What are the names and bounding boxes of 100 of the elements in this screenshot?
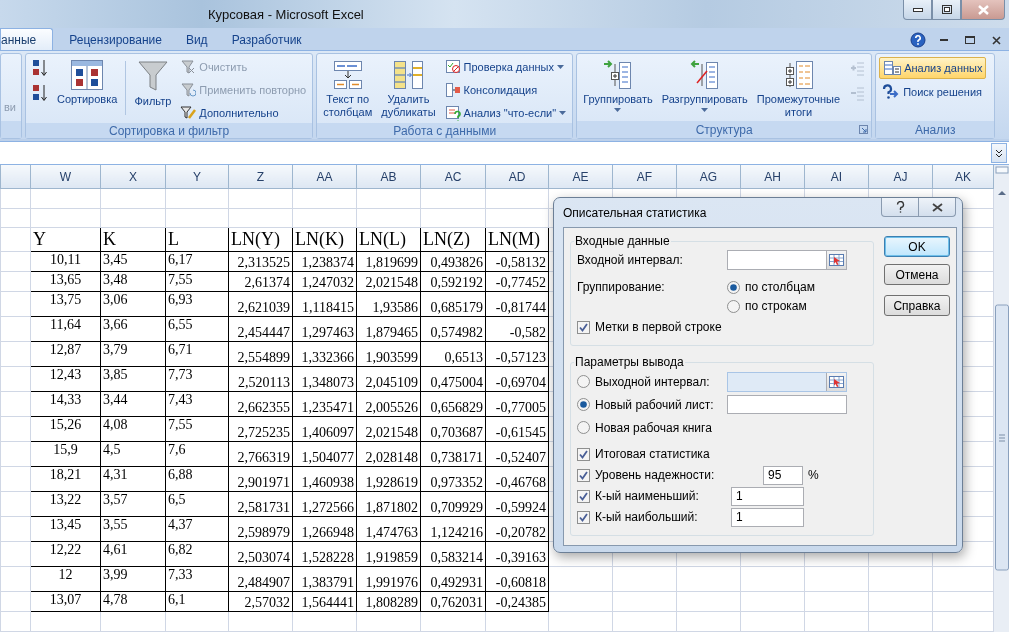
ribbon-button[interactable]: Проверка данных bbox=[441, 57, 570, 77]
range-select-button[interactable] bbox=[826, 251, 846, 269]
field-label: Входной интервал: bbox=[577, 253, 684, 267]
table-cell: 0,709929 bbox=[420, 491, 486, 517]
close-icon[interactable] bbox=[991, 35, 1001, 45]
column-header[interactable]: AA bbox=[292, 165, 357, 189]
checkbox-label[interactable]: Уровень надежности: bbox=[595, 468, 758, 482]
checkbox-label[interactable]: Метки в первой строке bbox=[595, 320, 722, 334]
ribbon-tab[interactable]: анные bbox=[0, 28, 54, 50]
column-header[interactable]: Z bbox=[228, 165, 293, 189]
checkbox[interactable] bbox=[577, 447, 590, 461]
ribbon-button[interactable]: Сортировка bbox=[54, 57, 121, 108]
column-header[interactable]: AF bbox=[612, 165, 677, 189]
ribbon-button[interactable]: Удалить дубликаты bbox=[378, 57, 439, 121]
ribbon-button[interactable]: Фильтр bbox=[131, 57, 175, 110]
sheet-name-field[interactable] bbox=[727, 395, 847, 414]
table-cell: 1,903599 bbox=[356, 341, 421, 367]
column-header[interactable]: AE bbox=[548, 165, 613, 189]
help-icon[interactable] bbox=[910, 32, 926, 48]
vertical-scrollbar[interactable] bbox=[994, 165, 1009, 632]
column-header[interactable]: Y bbox=[165, 165, 229, 189]
column-header[interactable]: W bbox=[30, 165, 101, 189]
ribbon-button[interactable]: Группировать bbox=[580, 57, 656, 114]
table-cell: -0,582 bbox=[485, 316, 549, 342]
radio-label[interactable]: Выходной интервал: bbox=[595, 374, 710, 389]
ribbon-button[interactable]: Разгруппировать bbox=[658, 57, 751, 114]
data-analysis-icon bbox=[883, 60, 902, 76]
checkbox-label[interactable]: К-ый наименьший: bbox=[595, 489, 726, 503]
table-cell: 2,554899 bbox=[228, 341, 293, 367]
table-header-cell: LN(M) bbox=[485, 227, 549, 252]
radio-label[interactable]: Новый рабочий лист: bbox=[595, 397, 714, 412]
checkbox[interactable] bbox=[577, 320, 590, 334]
radio-label[interactable]: по столбцам bbox=[745, 280, 815, 294]
number-field[interactable]: 1 bbox=[731, 507, 804, 527]
close-button[interactable] bbox=[919, 198, 956, 217]
output-range-field[interactable] bbox=[727, 371, 847, 392]
restore-button[interactable] bbox=[932, 0, 961, 20]
ribbon-button[interactable]: Текст по столбцам bbox=[320, 57, 376, 121]
dialog-button[interactable]: Отмена bbox=[884, 264, 950, 285]
column-header[interactable]: AB bbox=[356, 165, 421, 189]
input-range-field[interactable] bbox=[727, 250, 847, 270]
ribbon-button[interactable]: Анализ "что-если" bbox=[441, 103, 570, 123]
checkbox[interactable] bbox=[577, 489, 590, 503]
column-header[interactable]: AC bbox=[420, 165, 486, 189]
dialog-button[interactable]: OK bbox=[884, 236, 950, 257]
column-header[interactable]: AI bbox=[804, 165, 869, 189]
table-cell: -0,60818 bbox=[485, 566, 549, 592]
help-button[interactable] bbox=[881, 198, 919, 217]
column-header[interactable]: AD bbox=[485, 165, 549, 189]
minimize-icon[interactable] bbox=[940, 38, 948, 42]
column-header[interactable]: AH bbox=[740, 165, 805, 189]
radio-button[interactable] bbox=[577, 421, 590, 434]
table-cell: 2,520113 bbox=[228, 366, 293, 392]
table-cell: 1,124216 bbox=[420, 516, 486, 542]
expand-button[interactable] bbox=[991, 143, 1007, 163]
ribbon-button[interactable]: Поиск решения bbox=[879, 82, 987, 102]
range-select-button[interactable] bbox=[826, 372, 846, 391]
radio-button[interactable] bbox=[727, 299, 740, 313]
table-cell: 4,61 bbox=[100, 541, 166, 567]
column-header[interactable]: AG bbox=[676, 165, 741, 189]
table-cell: -0,52407 bbox=[485, 441, 549, 467]
table-cell: 0,973352 bbox=[420, 466, 486, 492]
ungroup-icon bbox=[688, 59, 721, 91]
ribbon-button[interactable]: Промежуточные итоги bbox=[753, 57, 844, 121]
ribbon-tab[interactable]: Рецензирование bbox=[61, 29, 178, 50]
table-cell: 12,43 bbox=[30, 366, 101, 392]
checkbox-label[interactable]: Итоговая статистика bbox=[595, 447, 710, 461]
ribbon-button[interactable]: Дополнительно bbox=[177, 103, 310, 123]
ribbon-button[interactable]: Анализ данных bbox=[879, 57, 987, 79]
column-header[interactable]: AK bbox=[932, 165, 994, 189]
ribbon-button[interactable]: Консолидация bbox=[441, 80, 570, 100]
dialog-launcher-icon[interactable] bbox=[859, 125, 869, 134]
caret-icon bbox=[701, 108, 709, 112]
field-label: Группирование: bbox=[577, 280, 666, 294]
radio-button[interactable] bbox=[577, 398, 590, 411]
radio-label[interactable]: Новая рабочая книга bbox=[595, 420, 712, 435]
ribbon-tab[interactable]: Вид bbox=[177, 29, 224, 50]
dialog-button[interactable]: Справка bbox=[884, 295, 950, 316]
minimize-button[interactable] bbox=[903, 0, 932, 20]
table-cell: 7,55 bbox=[165, 271, 229, 292]
table-cell: 2,454447 bbox=[228, 316, 293, 342]
column-header[interactable]: X bbox=[100, 165, 166, 189]
consolidate-icon bbox=[444, 82, 461, 98]
minimize-icon bbox=[912, 7, 923, 12]
number-field[interactable]: 1 bbox=[731, 486, 804, 506]
restore-icon[interactable] bbox=[965, 36, 975, 44]
group-title: Работа с данными bbox=[393, 123, 497, 138]
confidence-field[interactable]: 95 bbox=[763, 465, 803, 485]
table-cell: 1,93586 bbox=[356, 291, 421, 317]
checkbox[interactable] bbox=[577, 468, 590, 482]
dialog-title: Описательная статистика bbox=[563, 205, 707, 220]
checkbox-label[interactable]: К-ый наибольший: bbox=[595, 510, 726, 524]
radio-button[interactable] bbox=[727, 280, 740, 294]
radio-button[interactable] bbox=[577, 375, 590, 388]
column-header[interactable]: AJ bbox=[868, 165, 933, 189]
ribbon-tab[interactable]: Разработчик bbox=[223, 29, 318, 50]
checkbox[interactable] bbox=[577, 510, 590, 524]
table-cell: 2,021548 bbox=[356, 271, 421, 292]
radio-label[interactable]: по строкам bbox=[745, 299, 807, 313]
table-cell: 6,55 bbox=[165, 316, 229, 342]
